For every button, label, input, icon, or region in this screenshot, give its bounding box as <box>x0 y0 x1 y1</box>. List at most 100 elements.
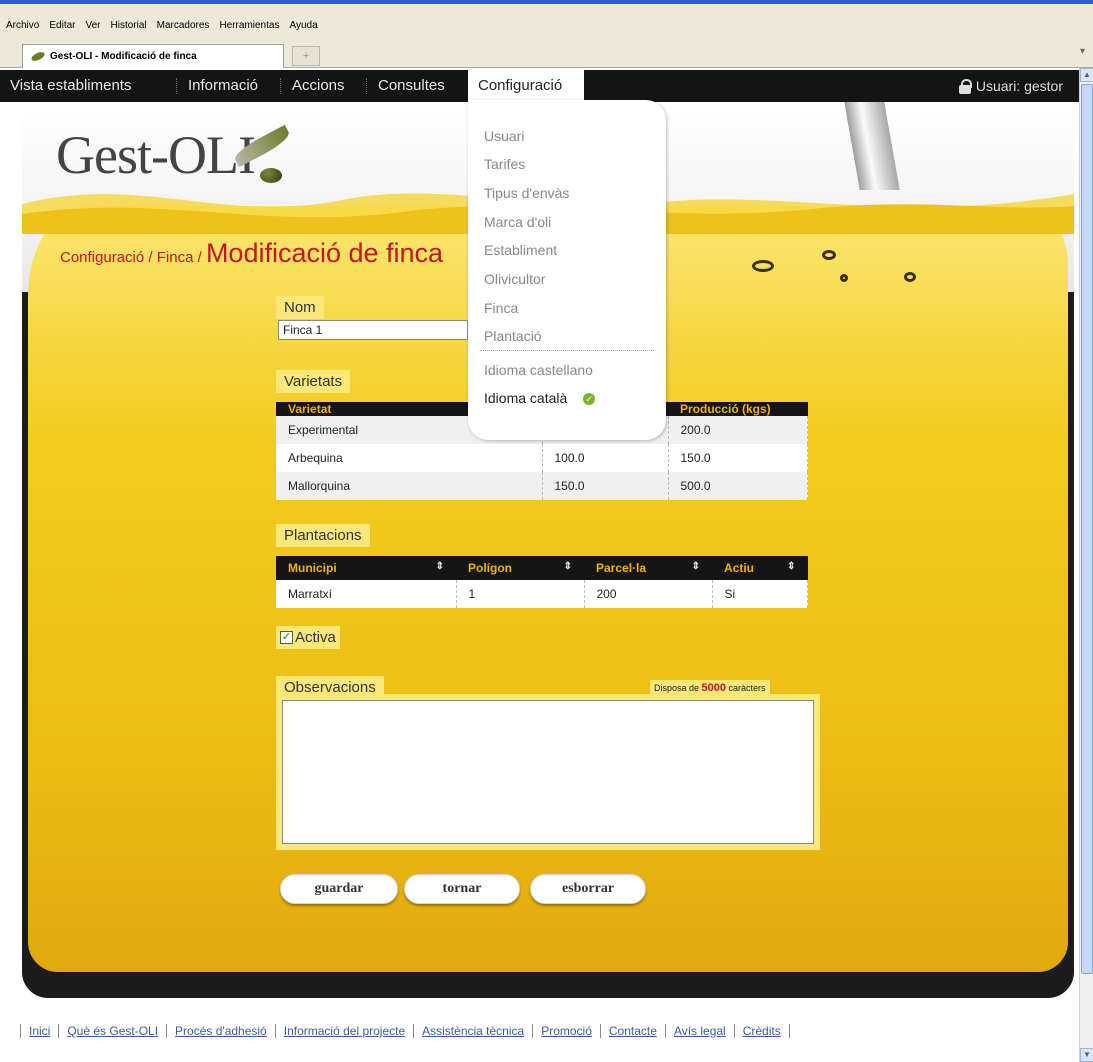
footer-link-informacio-projecte[interactable]: Informació del projecte <box>274 1024 413 1038</box>
char-counter-count: 5000 <box>701 682 727 694</box>
site-nav: Vista establiments Informació Accions Co… <box>0 70 1079 102</box>
footer-links: Inici Què és Gest-OLI Procés d'adhesió I… <box>20 1024 790 1038</box>
observacions-textarea[interactable] <box>282 700 814 844</box>
table-cell: 200.0 <box>668 416 808 444</box>
dropdown-item-idioma-castellano[interactable]: Idioma castellano <box>484 362 593 378</box>
sort-icon[interactable]: ⇕ <box>692 561 700 572</box>
dropdown-item-usuari[interactable]: Usuari <box>484 128 524 144</box>
nom-label: Nom <box>276 296 324 319</box>
footer-link-avis-legal[interactable]: Avís legal <box>664 1024 734 1038</box>
nav-consultes[interactable]: Consultes <box>368 70 455 102</box>
nav-accions[interactable]: Accions <box>282 70 355 102</box>
menu-herramientas[interactable]: Herramientas <box>219 20 279 31</box>
dropdown-item-idioma-catala[interactable]: Idioma català ✓ <box>484 390 596 406</box>
activa-label: Activa <box>295 629 336 646</box>
table-cell: 500.0 <box>668 472 808 500</box>
breadcrumb-configuracio[interactable]: Configuració <box>60 249 144 266</box>
browser-tab-active[interactable]: Gest-OLI - Modificació de finca <box>22 44 284 68</box>
tab-title: Gest-OLI - Modificació de finca <box>50 51 197 62</box>
selected-check-icon: ✓ <box>583 393 596 406</box>
user-indicator[interactable]: Usuari: gestor <box>958 70 1063 102</box>
plantacions-table: Municipi ⇕ Polígon ⇕ Parcel·la ⇕ Actiu ⇕ Mar… <box>276 556 808 608</box>
dropdown-item-tarifes[interactable]: Tarifes <box>484 156 525 172</box>
nav-informacio[interactable]: Informació <box>178 70 268 102</box>
footer-link-contacte[interactable]: Contacte <box>599 1024 665 1038</box>
menu-archivo[interactable]: Archivo <box>6 20 39 31</box>
table-cell: Si <box>712 580 808 608</box>
breadcrumb-separator: / <box>193 249 206 266</box>
page-title: Modificació de finca <box>205 238 444 268</box>
dropdown-item-plantacio[interactable]: Plantació <box>484 328 542 344</box>
table-cell: Arbequina <box>276 444 543 472</box>
breadcrumb: Configuració / Finca / Modificació de fi… <box>60 238 443 269</box>
save-button[interactable]: guardar <box>280 874 398 904</box>
footer-link-que-es[interactable]: Què és Gest-OLI <box>58 1024 166 1038</box>
tab-list-chevron-icon[interactable]: ▾ <box>1080 46 1085 57</box>
col-poligon-label: Polígon <box>468 561 512 575</box>
oil-bubble <box>752 260 774 272</box>
dropdown-item-tipus-envas[interactable]: Tipus d'envàs <box>484 185 569 201</box>
table-cell: 200 <box>584 580 713 608</box>
plantacions-label: Plantacions <box>276 524 370 547</box>
nav-configuracio[interactable]: Configuració <box>468 70 584 102</box>
nav-separator <box>176 78 177 94</box>
breadcrumb-finca[interactable]: Finca <box>157 249 194 266</box>
configuracio-dropdown: Usuari Tarifes Tipus d'envàs Marca d'oli… <box>468 100 666 440</box>
nav-vista-establiments[interactable]: Vista establiments <box>0 70 141 102</box>
menu-historial[interactable]: Historial <box>111 20 147 31</box>
footer-link-assistencia-tecnica[interactable]: Assistència tècnica <box>413 1024 532 1038</box>
dropdown-item-olivicultor[interactable]: Olivicultor <box>484 271 545 287</box>
nom-field[interactable]: Finca 1 <box>278 320 468 340</box>
footer-link-proces-adhesio[interactable]: Procés d'adhesió <box>166 1024 275 1038</box>
menu-editar[interactable]: Editar <box>49 20 75 31</box>
activa-checkbox-field[interactable]: ✓ Activa <box>276 626 340 649</box>
dropdown-item-marca-oli[interactable]: Marca d'oli <box>484 214 551 230</box>
dropdown-item-finca[interactable]: Finca <box>484 300 518 316</box>
breadcrumb-separator: / <box>144 249 157 266</box>
lock-icon <box>958 78 972 94</box>
sort-icon[interactable]: ⇕ <box>787 561 795 572</box>
footer-link-inici[interactable]: Inici <box>20 1024 58 1038</box>
gest-oli-logo: Gest-OLI <box>56 125 256 185</box>
dropdown-divider <box>480 350 654 351</box>
table-cell: Marratxí <box>276 580 457 608</box>
olive-favicon-icon <box>30 50 46 63</box>
browser-tabstrip: Gest-OLI - Modificació de finca + ▾ <box>0 40 1093 68</box>
page-scrollbar[interactable]: ▲ ▼ <box>1079 68 1093 1062</box>
table-cell: 1 <box>456 580 585 608</box>
table-row[interactable]: Arbequina 100.0 150.0 <box>276 444 808 472</box>
idioma-catala-label: Idioma català <box>484 390 568 406</box>
table-row[interactable]: Marratxí 1 200 Si <box>276 580 808 608</box>
footer-link-promocio[interactable]: Promoció <box>532 1024 600 1038</box>
col-poligon[interactable]: Polígon ⇕ <box>456 556 584 580</box>
menu-ver[interactable]: Ver <box>85 20 100 31</box>
col-actiu-label: Actiu <box>724 561 754 575</box>
olive-icon <box>260 168 282 183</box>
browser-menubar: Archivo Editar Ver Historial Marcadores … <box>0 0 1093 40</box>
activa-checkbox[interactable]: ✓ <box>280 631 293 644</box>
back-button[interactable]: tornar <box>404 874 520 904</box>
table-cell: 100.0 <box>542 444 669 472</box>
sort-icon[interactable]: ⇕ <box>564 561 572 572</box>
observacions-box <box>276 694 820 850</box>
col-parcela[interactable]: Parcel·la ⇕ <box>584 556 712 580</box>
table-row[interactable]: Mallorquina 150.0 500.0 <box>276 472 808 500</box>
col-municipi[interactable]: Municipi ⇕ <box>276 556 456 580</box>
scroll-up-icon[interactable]: ▲ <box>1080 68 1093 82</box>
footer-link-credits[interactable]: Crèdits <box>733 1024 790 1038</box>
delete-button[interactable]: esborrar <box>530 874 646 904</box>
user-label: Usuari: gestor <box>975 78 1063 94</box>
sort-icon[interactable]: ⇕ <box>436 561 444 572</box>
scroll-thumb[interactable] <box>1081 84 1093 974</box>
dropdown-item-establiment[interactable]: Establiment <box>484 242 557 258</box>
table-cell: Mallorquina <box>276 472 543 500</box>
menu-marcadores[interactable]: Marcadores <box>157 20 210 31</box>
scroll-down-icon[interactable]: ▼ <box>1080 1048 1093 1062</box>
oil-bubble <box>904 272 916 282</box>
new-tab-button[interactable]: + <box>292 46 320 66</box>
nav-separator <box>280 78 281 94</box>
menu-ayuda[interactable]: Ayuda <box>289 20 317 31</box>
char-counter-suffix: caràcters <box>726 683 766 693</box>
col-actiu[interactable]: Actiu ⇕ <box>712 556 808 580</box>
col-produccio[interactable]: Producció (kgs) <box>668 402 808 416</box>
